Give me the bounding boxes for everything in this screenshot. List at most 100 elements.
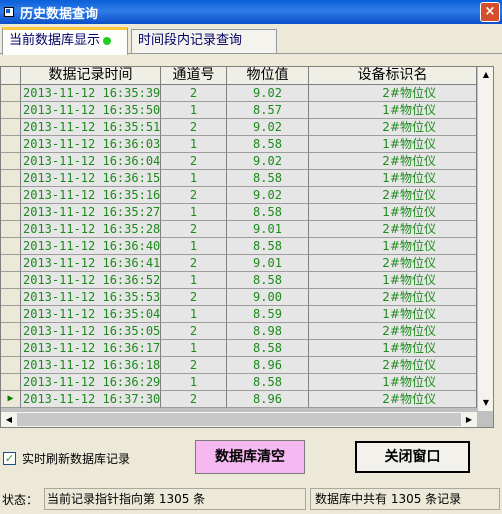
cell-device: 2#物位仪 [309, 221, 477, 238]
row-selector[interactable] [1, 187, 21, 204]
tab-bar: 当前数据库显示 时间段内记录查询 [0, 27, 502, 55]
row-selector[interactable] [1, 374, 21, 391]
cell-channel: 1 [161, 102, 227, 119]
cell-channel: 2 [161, 119, 227, 136]
cell-level: 8.98 [227, 323, 309, 340]
cell-level: 9.01 [227, 221, 309, 238]
cell-channel: 1 [161, 204, 227, 221]
cell-time: 2013-11-12 16:35:28 [21, 221, 161, 238]
cell-channel: 2 [161, 153, 227, 170]
cell-level: 8.59 [227, 306, 309, 323]
cell-level: 8.96 [227, 357, 309, 374]
cell-channel: 2 [161, 255, 227, 272]
table-row[interactable]: 2013-11-12 16:35:16 2 9.02 2#物位仪 [1, 187, 477, 204]
cell-time: 2013-11-12 16:35:16 [21, 187, 161, 204]
cell-device: 1#物位仪 [309, 374, 477, 391]
cell-time: 2013-11-12 16:35:51 [21, 119, 161, 136]
cell-device: 2#物位仪 [309, 255, 477, 272]
row-selector[interactable] [1, 85, 21, 102]
cell-channel: 1 [161, 136, 227, 153]
cell-time: 2013-11-12 16:35:50 [21, 102, 161, 119]
table-row[interactable]: 2013-11-12 16:35:04 1 8.59 1#物位仪 [1, 306, 477, 323]
tab-current-database[interactable]: 当前数据库显示 [2, 27, 128, 55]
column-header-level[interactable]: 物位值 [227, 67, 309, 85]
cell-device: 1#物位仪 [309, 238, 477, 255]
close-window-button[interactable]: 关闭窗口 [355, 441, 470, 473]
cell-level: 9.02 [227, 119, 309, 136]
cell-channel: 1 [161, 170, 227, 187]
row-selector[interactable] [1, 204, 21, 221]
row-selector[interactable] [1, 306, 21, 323]
close-window-icon[interactable]: × [480, 2, 500, 22]
records-grid[interactable]: 数据记录时间 通道号 物位值 设备标识名 2013-11-12 16:35:39… [0, 66, 494, 428]
realtime-refresh-label: 实时刷新数据库记录 [22, 452, 131, 466]
scroll-right-icon[interactable]: ▶ [461, 412, 477, 427]
table-row[interactable]: 2013-11-12 16:35:27 1 8.58 1#物位仪 [1, 204, 477, 221]
cell-level: 8.58 [227, 374, 309, 391]
table-row[interactable]: 2013-11-12 16:35:39 2 9.02 2#物位仪 [1, 85, 477, 102]
table-row[interactable]: 2013-11-12 16:36:41 2 9.01 2#物位仪 [1, 255, 477, 272]
cell-channel: 1 [161, 340, 227, 357]
cell-level: 8.58 [227, 136, 309, 153]
column-header-channel[interactable]: 通道号 [161, 67, 227, 85]
row-selector[interactable] [1, 119, 21, 136]
scroll-up-icon[interactable]: ▲ [478, 67, 493, 83]
table-row[interactable]: 2013-11-12 16:35:28 2 9.01 2#物位仪 [1, 221, 477, 238]
cell-channel: 2 [161, 85, 227, 102]
table-row[interactable]: 2013-11-12 16:36:18 2 8.96 2#物位仪 [1, 357, 477, 374]
row-selector[interactable] [1, 272, 21, 289]
table-row[interactable]: 2013-11-12 16:36:29 1 8.58 1#物位仪 [1, 374, 477, 391]
table-row[interactable]: 2013-11-12 16:36:40 1 8.58 1#物位仪 [1, 238, 477, 255]
horizontal-scrollbar[interactable]: ◀ ▶ [1, 411, 477, 427]
row-selector[interactable] [1, 340, 21, 357]
table-row[interactable]: 2013-11-12 16:35:05 2 8.98 2#物位仪 [1, 323, 477, 340]
row-selector[interactable] [1, 153, 21, 170]
history-query-window: 历史数据查询 × 当前数据库显示 时间段内记录查询 数据记录时间 通道号 物位值… [0, 0, 502, 514]
table-row[interactable]: 2013-11-12 16:36:15 1 8.58 1#物位仪 [1, 170, 477, 187]
tab-time-range-query[interactable]: 时间段内记录查询 [131, 29, 277, 54]
cell-level: 9.00 [227, 289, 309, 306]
table-row[interactable]: 2013-11-12 16:36:52 1 8.58 1#物位仪 [1, 272, 477, 289]
cell-device: 2#物位仪 [309, 323, 477, 340]
table-row[interactable]: ▶ 2013-11-12 16:37:30 2 8.96 2#物位仪 [1, 391, 477, 408]
cell-time: 2013-11-12 16:36:40 [21, 238, 161, 255]
row-selector[interactable] [1, 170, 21, 187]
cell-device: 1#物位仪 [309, 170, 477, 187]
table-row[interactable]: 2013-11-12 16:36:04 2 9.02 2#物位仪 [1, 153, 477, 170]
table-row[interactable]: 2013-11-12 16:35:51 2 9.02 2#物位仪 [1, 119, 477, 136]
cell-time: 2013-11-12 16:36:41 [21, 255, 161, 272]
realtime-refresh-option[interactable]: ✓ 实时刷新数据库记录 [3, 450, 130, 467]
status-bar: 状态： 当前记录指针指向第 1305 条 数据库中共有 1305 条记录 [0, 486, 502, 512]
scroll-left-icon[interactable]: ◀ [1, 412, 17, 427]
table-row[interactable]: 2013-11-12 16:35:50 1 8.57 1#物位仪 [1, 102, 477, 119]
realtime-refresh-checkbox[interactable]: ✓ [3, 452, 16, 465]
table-row[interactable]: 2013-11-12 16:35:53 2 9.00 2#物位仪 [1, 289, 477, 306]
cell-device: 2#物位仪 [309, 391, 477, 408]
row-selector[interactable] [1, 238, 21, 255]
row-selector[interactable] [1, 289, 21, 306]
row-selector[interactable] [1, 221, 21, 238]
cell-device: 2#物位仪 [309, 187, 477, 204]
row-selector[interactable] [1, 136, 21, 153]
cell-channel: 2 [161, 323, 227, 340]
cell-channel: 2 [161, 289, 227, 306]
cell-channel: 2 [161, 391, 227, 408]
row-selector[interactable]: ▶ [1, 391, 21, 408]
horizontal-scroll-thumb[interactable] [17, 413, 461, 426]
clear-database-button[interactable]: 数据库清空 [195, 440, 305, 474]
cell-level: 8.58 [227, 340, 309, 357]
cell-time: 2013-11-12 16:36:04 [21, 153, 161, 170]
vertical-scrollbar[interactable]: ▲ ▼ [477, 67, 493, 411]
column-header-time[interactable]: 数据记录时间 [21, 67, 161, 85]
app-icon [4, 7, 14, 17]
row-selector[interactable] [1, 255, 21, 272]
cell-time: 2013-11-12 16:36:15 [21, 170, 161, 187]
scroll-down-icon[interactable]: ▼ [478, 395, 493, 411]
row-selector[interactable] [1, 102, 21, 119]
table-row[interactable]: 2013-11-12 16:36:17 1 8.58 1#物位仪 [1, 340, 477, 357]
column-header-device[interactable]: 设备标识名 [309, 67, 477, 85]
record-count-status: 数据库中共有 1305 条记录 [310, 488, 500, 510]
row-selector[interactable] [1, 357, 21, 374]
row-selector[interactable] [1, 323, 21, 340]
table-row[interactable]: 2013-11-12 16:36:03 1 8.58 1#物位仪 [1, 136, 477, 153]
